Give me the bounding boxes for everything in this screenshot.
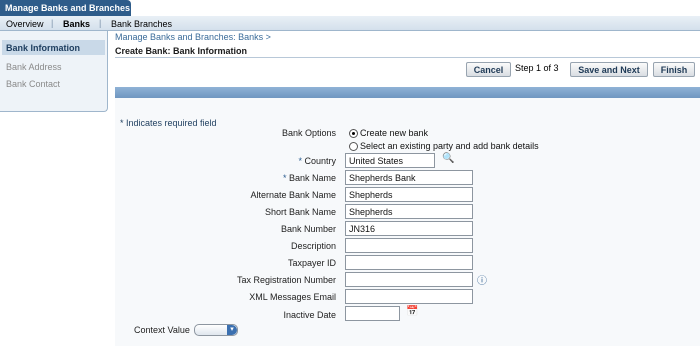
xml-messages-email-label: XML Messages Email (249, 292, 336, 302)
bank-name-field[interactable]: Shepherds Bank (345, 170, 473, 185)
bank-number-field[interactable]: JN316 (345, 221, 473, 236)
inactive-date-field[interactable] (345, 306, 400, 321)
sidebar-item-bank-address[interactable]: Bank Address (6, 62, 62, 72)
nav-separator: | (99, 18, 102, 28)
app-title-tab: Manage Banks and Branches (0, 0, 131, 16)
short-bank-name-field[interactable]: Shepherds (345, 204, 473, 219)
breadcrumb[interactable]: Manage Banks and Branches: Banks > (115, 32, 271, 42)
title-divider (115, 57, 700, 58)
sidebar-item-bank-contact[interactable]: Bank Contact (6, 79, 60, 89)
context-value-select[interactable]: ▾ (194, 324, 238, 336)
info-icon[interactable]: ⓘ (477, 272, 487, 287)
country-label: * Country (106, 156, 336, 166)
search-icon[interactable]: 🔍 (442, 153, 454, 164)
section-header-bar (115, 87, 700, 98)
sidebar-item-bank-information[interactable]: Bank Information (2, 40, 105, 55)
page-title: Create Bank: Bank Information (115, 46, 248, 56)
description-label: Description (290, 241, 336, 251)
save-and-next-button[interactable]: Save and Next (570, 62, 648, 77)
sidebar: Bank Information Bank Address Bank Conta… (0, 31, 108, 112)
step-indicator: Step 1 of 3 (515, 63, 559, 73)
tax-registration-number-label: Tax Registration Number (236, 275, 336, 285)
xml-messages-email-field[interactable] (345, 289, 473, 304)
chevron-down-icon[interactable]: ▾ (227, 325, 237, 335)
cancel-button[interactable]: Cancel (466, 62, 511, 77)
alternate-bank-name-label: Alternate Bank Name (250, 190, 336, 200)
bank-name-label: * Bank Name (106, 173, 336, 183)
existing-party-radio[interactable] (349, 142, 358, 151)
create-new-bank-radio[interactable] (349, 129, 358, 138)
tab-bank-branches[interactable]: Bank Branches (111, 19, 172, 29)
create-new-bank-label[interactable]: Create new bank (360, 128, 428, 138)
short-bank-name-label: Short Bank Name (264, 207, 336, 217)
inactive-date-label: Inactive Date (283, 310, 336, 320)
country-label-text: Country (304, 156, 336, 166)
bank-number-label: Bank Number (280, 224, 336, 234)
context-value-label: Context Value (134, 325, 190, 335)
top-nav-bar: Overview | Banks | Bank Branches (0, 16, 700, 31)
tab-banks[interactable]: Banks (63, 19, 90, 29)
bank-name-label-text: Bank Name (288, 173, 336, 183)
calendar-icon[interactable]: 📅 (406, 306, 418, 317)
description-field[interactable] (345, 238, 473, 253)
tab-overview[interactable]: Overview (6, 19, 44, 29)
bank-options-label: Bank Options (281, 128, 336, 138)
required-field-note: * Indicates required field (120, 118, 217, 128)
tax-registration-number-field[interactable] (345, 272, 473, 287)
nav-separator: | (51, 18, 54, 28)
existing-party-label[interactable]: Select an existing party and add bank de… (360, 141, 539, 151)
taxpayer-id-field[interactable] (345, 255, 473, 270)
alternate-bank-name-field[interactable]: Shepherds (345, 187, 473, 202)
country-field[interactable]: United States (345, 153, 435, 168)
taxpayer-id-label: Taxpayer ID (287, 258, 336, 268)
finish-button[interactable]: Finish (653, 62, 695, 77)
